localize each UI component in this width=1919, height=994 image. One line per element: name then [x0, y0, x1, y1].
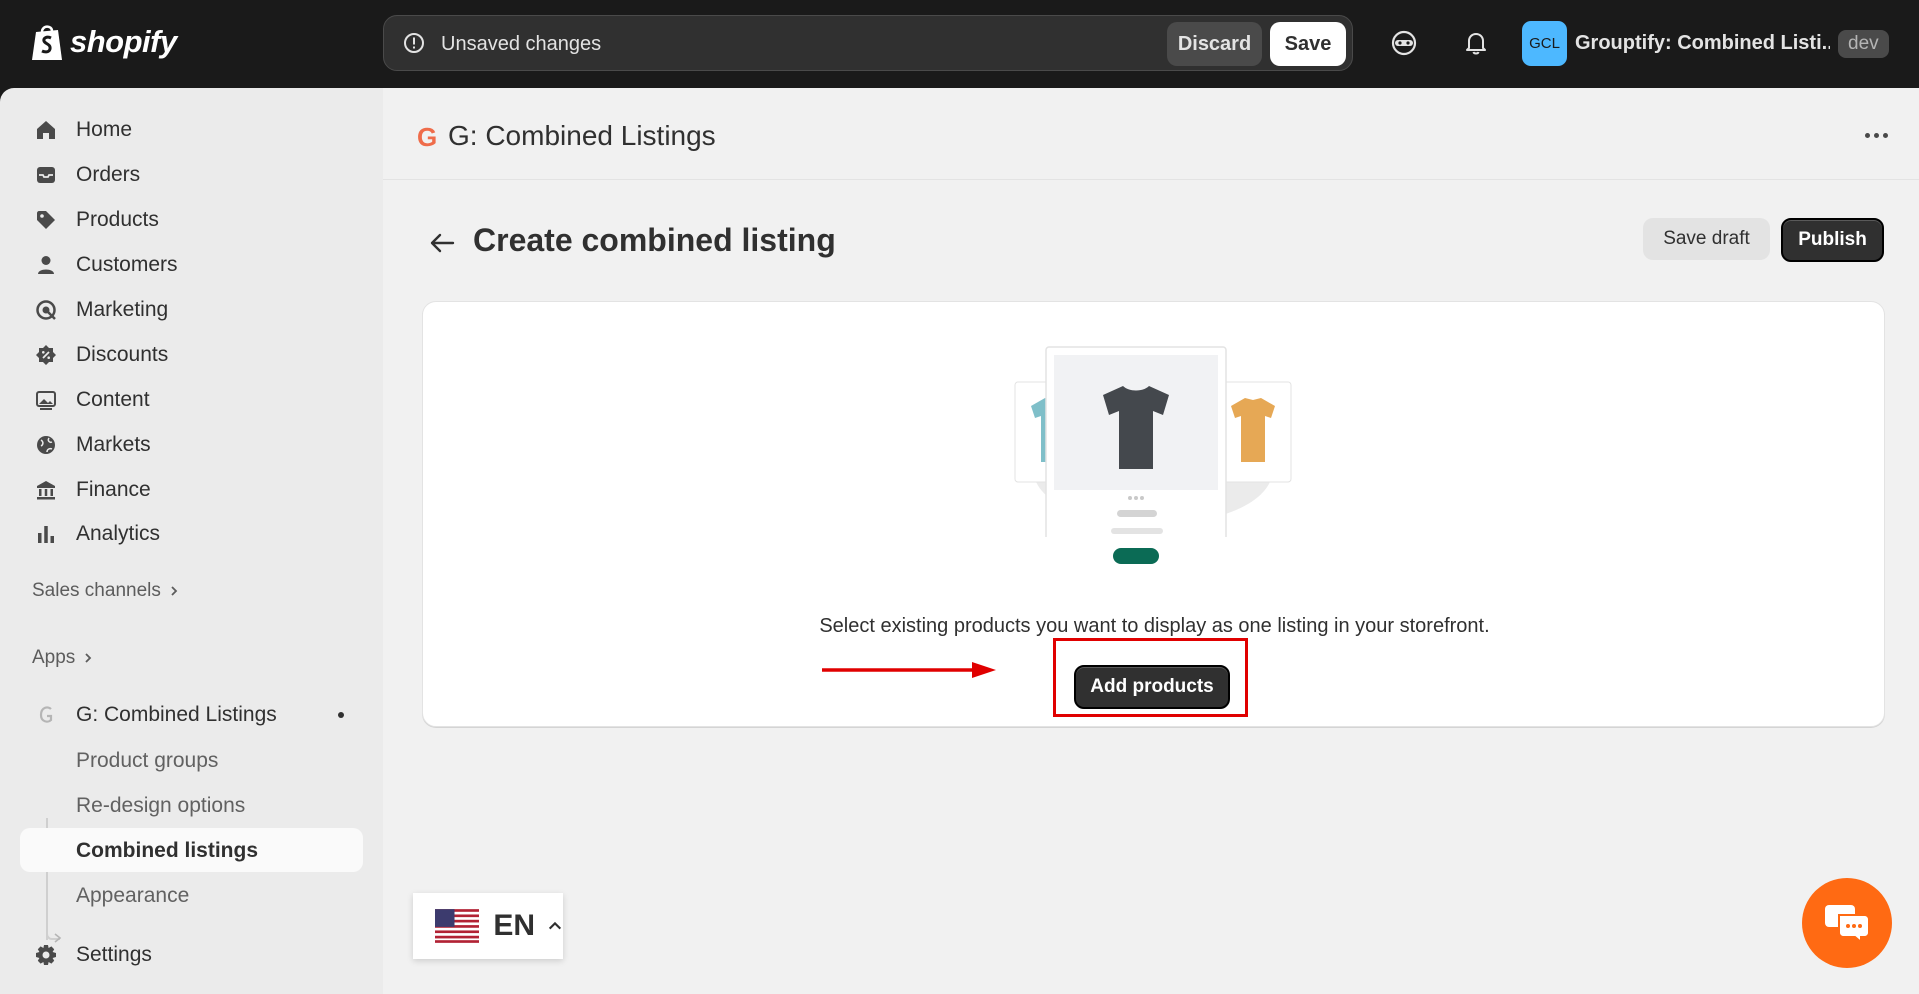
sidebar-item-discounts[interactable]: Discounts — [20, 333, 363, 377]
bank-icon — [34, 478, 58, 502]
unsaved-changes-message: Unsaved changes — [441, 33, 602, 55]
save-button[interactable]: Save — [1270, 22, 1346, 66]
home-icon — [34, 118, 58, 142]
sidebar-item-markets[interactable]: Markets — [20, 423, 363, 467]
store-avatar: GCL — [1522, 21, 1567, 66]
subitem-label: Appearance — [76, 884, 190, 907]
sidebar-subitem-product-groups[interactable]: Product groups — [20, 738, 363, 782]
chat-support-button[interactable] — [1802, 878, 1892, 968]
empty-state-message: Select existing products you want to dis… — [819, 615, 1490, 637]
chevron-right-icon — [171, 586, 178, 596]
sidebar-item-content[interactable]: Content — [20, 378, 363, 422]
shopify-bag-icon — [32, 25, 62, 60]
sidebar-item-orders[interactable]: Orders — [20, 153, 363, 197]
store-dev-badge: dev — [1838, 29, 1889, 58]
sidebar-subitem-combined-listings[interactable]: Combined listings — [20, 828, 363, 872]
sidebar-item-label: Finance — [76, 478, 151, 501]
language-switcher[interactable]: EN — [413, 893, 563, 959]
sidebar-item-marketing[interactable]: Marketing — [20, 288, 363, 332]
app-title: G: Combined Listings — [448, 120, 716, 151]
apps-link[interactable]: Apps — [32, 647, 93, 669]
subitem-label: Re-design options — [76, 794, 246, 817]
image-icon — [34, 388, 58, 412]
store-switcher[interactable]: GCL Grouptify: Combined Listi... dev — [1522, 21, 1889, 66]
sidebar-item-label: Analytics — [76, 522, 161, 545]
chevron-right-icon — [85, 653, 92, 663]
language-code: EN — [493, 909, 536, 942]
sidebar-item-products[interactable]: Products — [20, 198, 363, 242]
notification-bell-icon[interactable] — [1460, 27, 1492, 59]
unsaved-dot-indicator — [338, 712, 344, 718]
app-header: G G: Combined Listings — [383, 88, 1919, 180]
store-name: Grouptify: Combined Listi... — [1575, 32, 1830, 54]
sidebar-item-label: Markets — [76, 433, 151, 456]
product-group-illustration — [1003, 346, 1303, 572]
subitem-label: Combined listings — [76, 839, 259, 862]
top-bar: shopify Unsaved changes Discard Save GCL… — [0, 0, 1919, 88]
subitem-label: Product groups — [76, 749, 219, 772]
sales-channels-link[interactable]: Sales channels — [32, 580, 179, 602]
sidebar-item-label: Marketing — [76, 298, 169, 321]
sidebar-subitem-redesign-options[interactable]: Re-design options — [20, 783, 363, 827]
target-icon — [34, 298, 58, 322]
person-icon — [34, 253, 58, 277]
chat-bubble-icon — [1825, 905, 1870, 943]
shopify-wordmark: shopify — [70, 24, 177, 59]
bar-chart-icon — [34, 522, 58, 546]
inbox-icon — [34, 163, 58, 187]
globe-icon — [34, 433, 58, 457]
sidebar-item-analytics[interactable]: Analytics — [20, 512, 363, 556]
sales-channels-label: Sales channels — [32, 580, 161, 601]
sidebar-item-settings[interactable]: Settings — [20, 933, 363, 977]
sidebar-item-home[interactable]: Home — [20, 108, 363, 152]
app-name-label: G: Combined Listings — [76, 703, 277, 726]
sidebar-item-finance[interactable]: Finance — [20, 468, 363, 512]
sidebar-item-label: Orders — [76, 163, 141, 186]
sidebar: Home Orders Products Customers Marketing… — [0, 88, 383, 994]
gear-icon — [34, 943, 58, 967]
annotation-arrow-icon — [822, 662, 996, 678]
app-logo-icon: G — [417, 122, 438, 152]
chevron-up-icon — [548, 921, 562, 930]
page-title: Create combined listing — [473, 222, 836, 258]
sidebar-item-customers[interactable]: Customers — [20, 243, 363, 287]
sidebar-item-label: Content — [76, 388, 150, 411]
apps-label: Apps — [32, 647, 76, 668]
tag-icon — [34, 208, 58, 232]
more-actions-icon[interactable] — [1859, 118, 1893, 152]
sidebar-item-label: Settings — [76, 943, 152, 966]
publish-button[interactable]: Publish — [1781, 218, 1884, 262]
sidebar-item-app-combined-listings[interactable]: G: Combined Listings — [20, 693, 363, 737]
sidebar-item-label: Customers — [76, 253, 178, 276]
discard-button[interactable]: Discard — [1167, 22, 1262, 66]
main-content: G G: Combined Listings Create combined l… — [383, 88, 1919, 994]
alert-circle-icon — [404, 33, 424, 53]
sidebar-subitem-appearance[interactable]: Appearance — [20, 873, 363, 917]
back-arrow-icon[interactable] — [425, 226, 459, 260]
discount-icon — [34, 343, 58, 367]
sidebar-item-label: Discounts — [76, 343, 169, 366]
us-flag-icon — [435, 909, 480, 943]
shopify-logo[interactable]: shopify — [30, 22, 177, 62]
sidebar-item-label: Products — [76, 208, 159, 231]
contextual-save-bar: Unsaved changes Discard Save — [383, 15, 1353, 71]
sidekick-icon[interactable] — [1388, 27, 1420, 59]
save-draft-button[interactable]: Save draft — [1643, 218, 1770, 260]
sidebar-item-label: Home — [76, 118, 133, 141]
app-g-icon — [34, 703, 58, 727]
annotation-highlight-box — [1053, 638, 1248, 717]
